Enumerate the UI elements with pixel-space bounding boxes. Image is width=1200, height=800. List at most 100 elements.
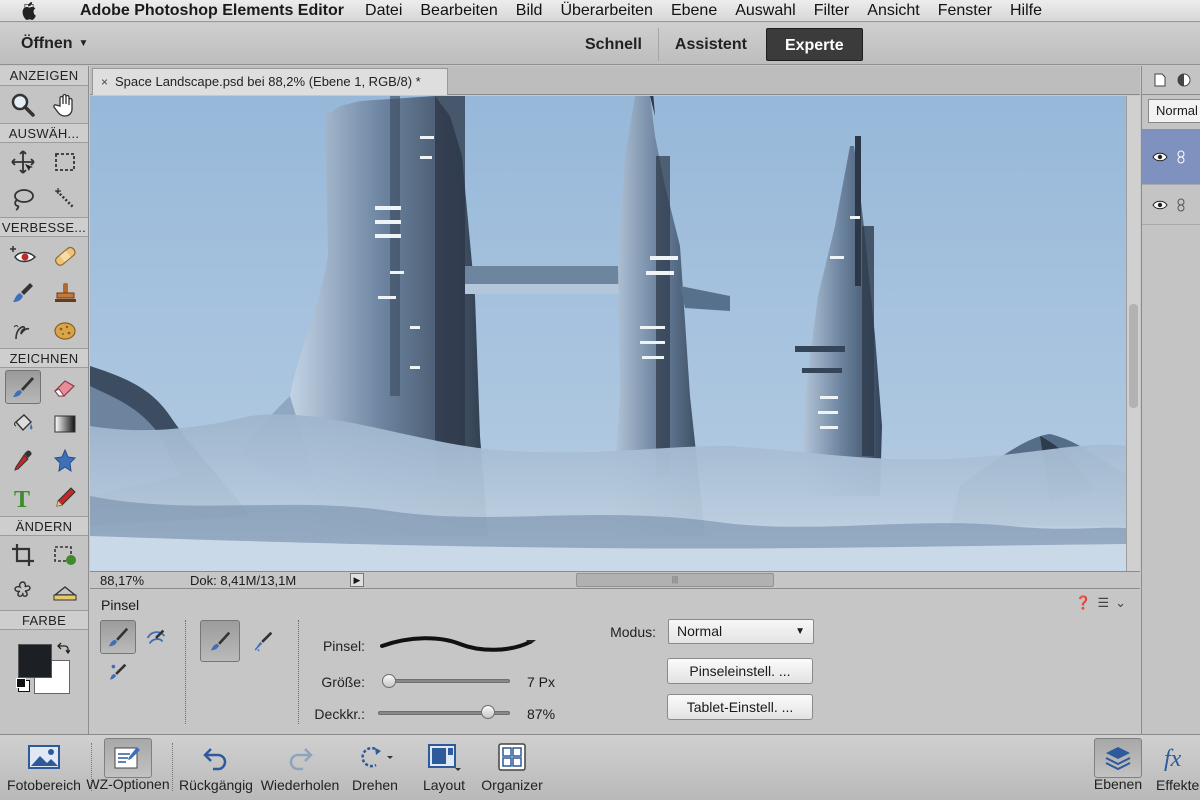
eye-visibility-icon[interactable] [1152, 199, 1168, 211]
document-tab[interactable]: × Space Landscape.psd bei 88,2% (Ebene 1… [92, 68, 448, 95]
healing-brush-tool[interactable] [47, 239, 83, 273]
menu-bild[interactable]: Bild [507, 2, 552, 20]
separator [298, 620, 299, 724]
rectangle-marquee-icon [55, 152, 75, 171]
size-slider[interactable] [382, 679, 510, 683]
separator [185, 620, 186, 724]
impressionist-brush-button[interactable] [138, 620, 174, 654]
foreground-color-swatch[interactable] [18, 644, 52, 678]
mode-select[interactable]: Normal ▼ [668, 619, 814, 644]
space-landscape-painting [90, 96, 1126, 571]
brush-settings-button[interactable]: Pinseleinstell. ... [667, 658, 813, 684]
layout-label: Layout [422, 777, 466, 793]
link-icon[interactable] [1176, 150, 1186, 164]
menu-hilfe[interactable]: Hilfe [1001, 2, 1051, 20]
brush-stroke-preview[interactable] [380, 634, 540, 654]
organizer-button[interactable]: Organizer [476, 735, 548, 800]
undo-icon [203, 748, 227, 771]
menu-ebene[interactable]: Ebene [662, 2, 726, 20]
sponge-tool[interactable] [47, 313, 83, 347]
color-replace-brush-icon [109, 663, 127, 680]
size-value: 7 Px [527, 674, 556, 690]
magic-wand-tool[interactable] [47, 182, 83, 216]
move-tool[interactable] [5, 145, 41, 179]
link-icon[interactable] [1176, 198, 1186, 212]
zoom-tool[interactable] [5, 88, 41, 122]
brush-icon [108, 627, 129, 647]
vertical-scrollbar[interactable] [1126, 96, 1140, 571]
default-colors-icon[interactable] [16, 678, 26, 688]
layers-button[interactable]: Ebenen [1092, 735, 1144, 800]
mode-assistent[interactable]: Assistent [659, 28, 763, 61]
cookie-cutter-tool[interactable] [5, 575, 41, 609]
layer-row-selected[interactable] [1142, 129, 1200, 185]
zoom-level[interactable]: 88,17% [100, 573, 144, 588]
pencil-tool[interactable] [47, 481, 83, 515]
rotate-button[interactable]: Drehen [346, 735, 404, 800]
menu-auswahl[interactable]: Auswahl [726, 2, 804, 20]
tool-options-button[interactable]: WZ-Optionen [86, 735, 170, 800]
adjustment-layer-icon[interactable] [1176, 72, 1192, 88]
mode-experte[interactable]: Experte [765, 28, 863, 61]
effects-button[interactable]: fx Effekte [1156, 735, 1200, 800]
paint-bucket-icon [14, 413, 33, 431]
image-canvas[interactable] [90, 96, 1126, 571]
photo-bin-button[interactable]: Fotobereich [6, 735, 82, 800]
clone-stamp-tool[interactable] [47, 276, 83, 310]
tablet-settings-button[interactable]: Tablet-Einstell. ... [667, 694, 813, 720]
marquee-tool[interactable] [47, 145, 83, 179]
help-icon[interactable]: ❓ [1075, 595, 1091, 611]
menu-fenster[interactable]: Fenster [929, 2, 1001, 20]
text-tool[interactable]: T [5, 481, 41, 515]
eyedropper-tool[interactable] [5, 444, 41, 478]
opacity-slider-knob[interactable] [480, 705, 495, 719]
custom-shape-tool[interactable] [47, 444, 83, 478]
open-button[interactable]: Öffnen ▼ [21, 35, 88, 53]
new-layer-icon[interactable] [1152, 72, 1168, 88]
blur-tool[interactable] [5, 313, 41, 347]
crop-tool[interactable] [5, 538, 41, 572]
eraser-icon [54, 379, 75, 397]
redo-button[interactable]: Wiederholen [258, 735, 342, 800]
layer-row[interactable] [1142, 185, 1200, 225]
smart-brush-tool[interactable] [5, 276, 41, 310]
color-replacement-button[interactable] [100, 656, 136, 690]
eye-visibility-icon[interactable] [1152, 151, 1168, 163]
eraser-tool[interactable] [47, 370, 83, 404]
magic-wand-icon [55, 187, 74, 208]
mode-schnell[interactable]: Schnell [569, 28, 659, 61]
blend-mode-select[interactable]: Normal [1148, 99, 1200, 123]
collapse-chevron-icon[interactable]: ⌄ [1115, 595, 1126, 611]
color-swatches [0, 630, 88, 710]
brush-mode-button[interactable] [100, 620, 136, 654]
app-name[interactable]: Adobe Photoshop Elements Editor [80, 2, 344, 20]
menu-ansicht[interactable]: Ansicht [858, 2, 928, 20]
apple-logo-icon[interactable] [20, 2, 36, 20]
panel-menu-icon[interactable]: ☰ [1097, 595, 1109, 611]
menu-bearbeiten[interactable]: Bearbeiten [411, 2, 506, 20]
horizontal-scroll-thumb[interactable]: ||| [576, 573, 774, 587]
hand-tool[interactable] [47, 88, 83, 122]
vertical-scroll-thumb[interactable] [1129, 304, 1138, 408]
red-eye-tool[interactable] [5, 239, 41, 273]
straighten-tool[interactable] [47, 575, 83, 609]
close-icon[interactable]: × [101, 69, 108, 95]
brush-tool[interactable] [5, 369, 41, 404]
fx-icon: fx [1164, 746, 1182, 772]
airbrush-off-button[interactable] [200, 620, 240, 662]
status-menu-arrow-icon[interactable]: ▶ [350, 573, 364, 587]
airbrush-button[interactable] [244, 620, 284, 662]
recompose-tool[interactable] [47, 538, 83, 572]
menu-filter[interactable]: Filter [805, 2, 859, 20]
undo-button[interactable]: Rückgängig [176, 735, 256, 800]
paint-bucket-tool[interactable] [5, 407, 41, 441]
menu-ueberarbeiten[interactable]: Überarbeiten [551, 2, 662, 20]
airbrush-icon [254, 631, 273, 652]
swap-colors-icon[interactable] [56, 642, 70, 656]
size-slider-knob[interactable] [382, 674, 396, 688]
recompose-icon [54, 545, 76, 565]
gradient-tool[interactable] [47, 407, 83, 441]
menu-datei[interactable]: Datei [356, 2, 411, 20]
layout-button[interactable]: Layout [416, 735, 472, 800]
lasso-tool[interactable] [5, 182, 41, 216]
